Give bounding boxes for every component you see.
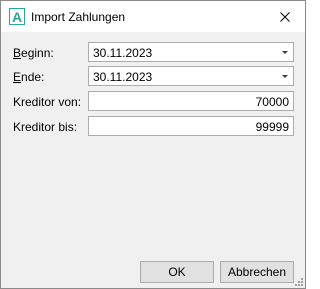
title-bar[interactable]: A Import Zahlungen (1, 1, 305, 32)
beginn-date-select[interactable]: 30.11.2023 (88, 42, 294, 62)
ende-date-select[interactable]: 30.11.2023 (88, 66, 294, 86)
chevron-down-icon[interactable] (282, 51, 288, 54)
beginn-date-value: 30.11.2023 (93, 46, 153, 60)
chevron-down-icon[interactable] (282, 75, 288, 78)
dialog-window: A Import Zahlungen Beginn: 30.11.2023 En… (0, 0, 306, 289)
resize-grip-icon[interactable] (293, 276, 303, 286)
svg-text:A: A (12, 9, 22, 25)
kreditor-bis-label: Kreditor bis: (13, 120, 78, 134)
kreditor-bis-value: 99999 (255, 120, 289, 134)
kreditor-von-label: Kreditor von: (13, 95, 82, 109)
ok-button[interactable]: OK (140, 261, 214, 283)
beginn-label: Beginn: (13, 46, 54, 60)
ende-label: Ende: (13, 70, 45, 84)
close-button[interactable] (275, 7, 295, 27)
kreditor-bis-field[interactable]: 99999 (88, 116, 294, 136)
ende-date-value: 30.11.2023 (93, 70, 153, 84)
close-icon (280, 12, 290, 22)
window-title: Import Zahlungen (31, 10, 126, 24)
cancel-button[interactable]: Abbrechen (220, 261, 294, 283)
kreditor-von-field[interactable]: 70000 (88, 91, 294, 111)
kreditor-von-value: 70000 (255, 95, 289, 109)
app-logo-icon: A (9, 8, 25, 25)
